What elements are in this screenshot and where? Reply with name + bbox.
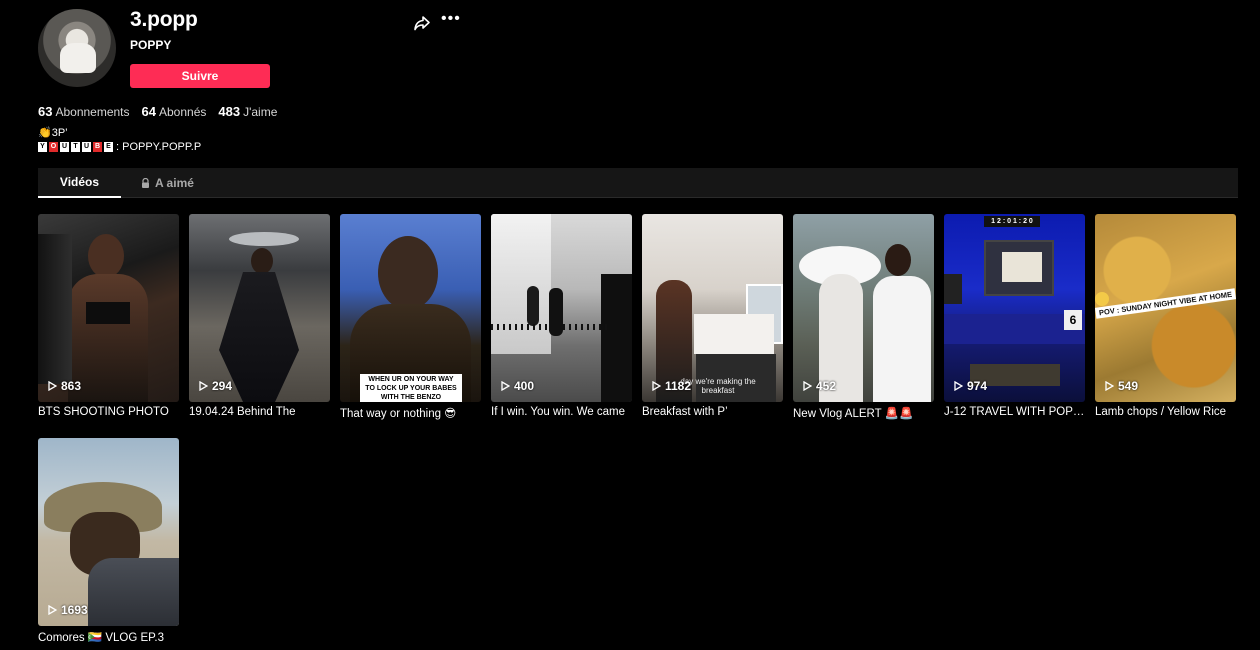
- video-card[interactable]: 1693 Comores 🇰🇲 VLOG EP.3: [38, 438, 179, 644]
- profile-avatar[interactable]: [38, 9, 116, 87]
- video-thumbnail[interactable]: day we're making the breakfast 1182: [642, 214, 783, 402]
- more-options-icon[interactable]: •••: [441, 11, 460, 30]
- view-count: 1693: [48, 603, 88, 617]
- view-count: 1182: [652, 379, 691, 393]
- video-thumbnail[interactable]: 400: [491, 214, 632, 402]
- stat-following[interactable]: 63 Abonnements: [38, 104, 130, 119]
- profile-username: 3.popp: [130, 8, 198, 31]
- video-caption[interactable]: J-12 TRAVEL WITH POPPY: [944, 406, 1085, 418]
- play-icon: [1105, 381, 1114, 391]
- video-card[interactable]: WHEN UR ON YOUR WAY TO LOCK UP YOUR BABE…: [340, 214, 481, 420]
- view-count: 452: [803, 379, 836, 393]
- video-card[interactable]: 452 New Vlog ALERT 🚨🚨: [793, 214, 934, 420]
- video-caption[interactable]: New Vlog ALERT 🚨🚨: [793, 406, 934, 420]
- video-card[interactable]: 863 BTS SHOOTING PHOTO: [38, 214, 179, 418]
- video-thumbnail[interactable]: WHEN UR ON YOUR WAY TO LOCK UP YOUR BABE…: [340, 214, 481, 402]
- view-count: 400: [501, 379, 534, 393]
- share-icon[interactable]: [413, 14, 431, 32]
- video-thumbnail[interactable]: 294: [189, 214, 330, 402]
- profile-tabs: Vidéos A aimé: [38, 168, 1238, 198]
- bio-line-2: YOUTUBE : POPPY.POPP.P: [38, 141, 201, 153]
- video-caption[interactable]: 19.04.24 Behind The: [189, 406, 330, 418]
- play-icon: [954, 381, 963, 391]
- video-card[interactable]: POV : SUNDAY NIGHT VIBE AT HOME 549 Lamb…: [1095, 214, 1236, 418]
- video-thumbnail[interactable]: POV : SUNDAY NIGHT VIBE AT HOME 549: [1095, 214, 1236, 402]
- video-thumbnail[interactable]: 1 2 : 0 1 : 2 0 6 974: [944, 214, 1085, 402]
- video-caption[interactable]: That way or nothing 😎: [340, 406, 481, 420]
- video-overlay-text: WHEN UR ON YOUR WAY TO LOCK UP YOUR BABE…: [360, 374, 462, 402]
- video-caption[interactable]: Breakfast with P’: [642, 406, 783, 418]
- video-caption[interactable]: Lamb chops / Yellow Rice: [1095, 406, 1236, 418]
- lock-icon: [142, 178, 149, 188]
- view-count: 294: [199, 379, 232, 393]
- play-icon: [48, 381, 57, 391]
- view-count: 549: [1105, 379, 1138, 393]
- video-caption[interactable]: If I win. You win. We came: [491, 406, 632, 418]
- video-overlay-text: 1 2 : 0 1 : 2 0: [984, 216, 1040, 227]
- youtube-letters: YOUTUBE: [38, 142, 113, 152]
- video-card[interactable]: 1 2 : 0 1 : 2 0 6 974 J-12 TRAVEL WITH P…: [944, 214, 1085, 418]
- video-thumbnail[interactable]: 863: [38, 214, 179, 402]
- play-icon: [652, 381, 661, 391]
- video-caption[interactable]: BTS SHOOTING PHOTO: [38, 406, 179, 418]
- video-caption[interactable]: Comores 🇰🇲 VLOG EP.3: [38, 630, 179, 644]
- play-icon: [199, 381, 208, 391]
- video-card[interactable]: 400 If I win. You win. We came: [491, 214, 632, 418]
- video-overlay-text: POV : SUNDAY NIGHT VIBE AT HOME: [1095, 288, 1236, 319]
- profile-stats: 63 Abonnements 64 Abonnés 483 J'aime: [38, 104, 277, 119]
- view-count: 863: [48, 379, 81, 393]
- view-count: 974: [954, 379, 987, 393]
- follow-button[interactable]: Suivre: [130, 64, 270, 88]
- video-card[interactable]: 294 19.04.24 Behind The: [189, 214, 330, 418]
- play-icon: [48, 605, 57, 615]
- video-thumbnail[interactable]: 1693: [38, 438, 179, 626]
- tab-liked[interactable]: A aimé: [141, 168, 194, 198]
- video-card[interactable]: day we're making the breakfast 1182 Brea…: [642, 214, 783, 418]
- bio-line-1: 👏3P’: [38, 127, 68, 139]
- play-icon: [501, 381, 510, 391]
- tab-videos[interactable]: Vidéos: [38, 168, 121, 198]
- video-thumbnail[interactable]: 452: [793, 214, 934, 402]
- profile-nickname: POPPY: [130, 38, 172, 52]
- play-icon: [803, 381, 812, 391]
- stat-likes: 483 J'aime: [218, 104, 278, 119]
- stat-followers[interactable]: 64 Abonnés: [142, 104, 207, 119]
